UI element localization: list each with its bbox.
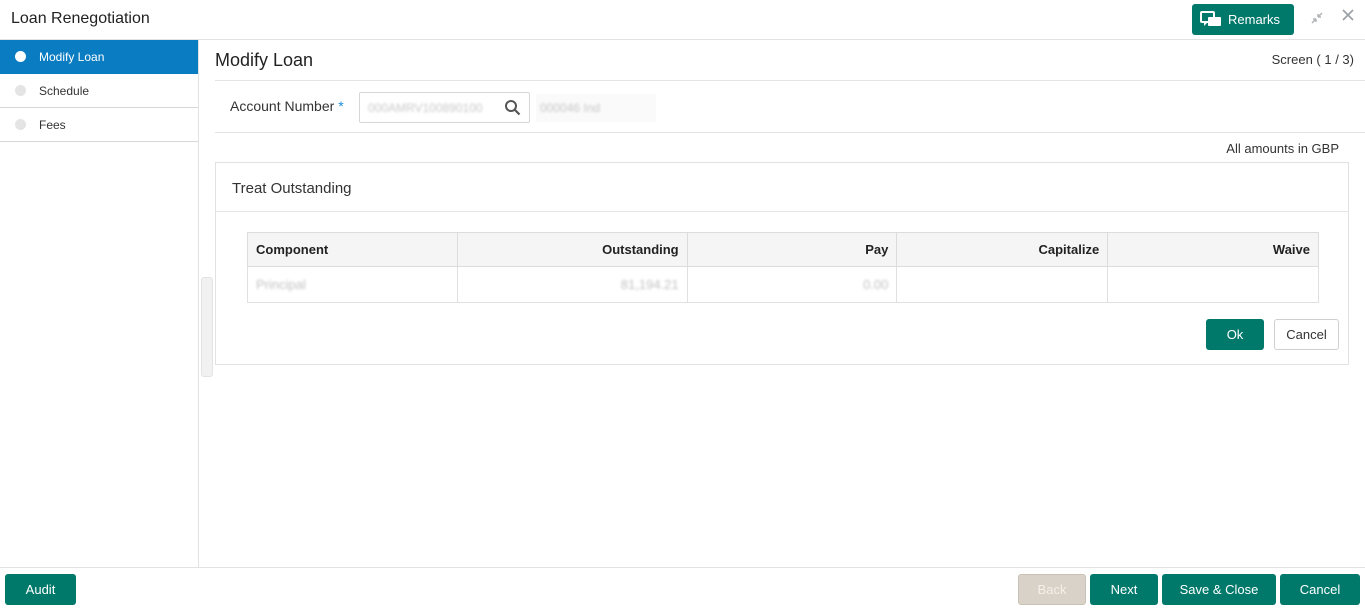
- outstanding-table: Component Outstanding Pay Capitalize Wai…: [247, 232, 1319, 303]
- header-bar: Loan Renegotiation Remarks: [0, 0, 1365, 40]
- app-title: Loan Renegotiation: [11, 10, 150, 27]
- panel-cancel-button[interactable]: Cancel: [1274, 319, 1339, 350]
- account-name-value: 000046 Ind: [540, 101, 601, 115]
- divider: [215, 80, 1365, 81]
- audit-button[interactable]: Audit: [5, 574, 76, 605]
- save-close-button[interactable]: Save & Close: [1162, 574, 1276, 605]
- column-header-pay: Pay: [686, 232, 898, 267]
- remarks-button[interactable]: Remarks: [1192, 4, 1294, 35]
- sidebar-item-label: Fees: [39, 117, 66, 132]
- step-dot-icon: [15, 85, 26, 96]
- cell-outstanding: 81,194.21: [456, 266, 688, 303]
- close-icon[interactable]: [1341, 8, 1355, 27]
- page-title: Modify Loan: [215, 50, 314, 70]
- step-dot-icon: [15, 119, 26, 130]
- table-row: Principal 81,194.21 0.00: [247, 266, 1319, 303]
- next-button[interactable]: Next: [1090, 574, 1158, 605]
- sidebar-item-label: Schedule: [39, 83, 90, 98]
- divider: [216, 211, 1348, 212]
- table-header-row: Component Outstanding Pay Capitalize Wai…: [247, 232, 1319, 267]
- search-icon[interactable]: [504, 99, 521, 119]
- account-number-input[interactable]: 000AMRV100890100: [359, 92, 530, 123]
- column-header-component: Component: [247, 232, 458, 267]
- ok-button[interactable]: Ok: [1206, 319, 1264, 350]
- sidebar-item-modify-loan[interactable]: Modify Loan: [0, 40, 198, 74]
- cell-component-value: Principal: [256, 277, 306, 292]
- account-number-label: Account Number *: [230, 98, 344, 114]
- cell-pay-value: 0.00: [863, 277, 889, 292]
- sidebar: Modify Loan Schedule Fees: [0, 40, 199, 567]
- account-number-value: 000AMRV100890100: [368, 100, 483, 115]
- cell-outstanding-value: 81,194.21: [620, 277, 679, 292]
- account-name-display: 000046 Ind: [536, 94, 656, 122]
- panel-title: Treat Outstanding: [232, 180, 352, 197]
- cell-capitalize[interactable]: [896, 266, 1109, 303]
- cancel-button[interactable]: Cancel: [1280, 574, 1360, 605]
- back-button[interactable]: Back: [1018, 574, 1086, 605]
- treat-outstanding-panel: Treat Outstanding Component Outstanding …: [215, 162, 1349, 365]
- column-header-outstanding: Outstanding: [456, 232, 688, 267]
- minimize-icon[interactable]: [1309, 10, 1325, 29]
- remarks-label: Remarks: [1228, 12, 1281, 27]
- account-number-label-text: Account Number: [230, 98, 335, 114]
- divider: [215, 132, 1365, 133]
- column-header-waive: Waive: [1107, 232, 1319, 267]
- required-mark: *: [338, 98, 344, 114]
- screen-indicator: Screen ( 1 / 3): [1271, 52, 1354, 67]
- cell-waive[interactable]: [1107, 266, 1319, 303]
- cell-component: Principal: [247, 266, 458, 303]
- cell-pay[interactable]: 0.00: [686, 266, 898, 303]
- step-dot-icon: [15, 51, 26, 62]
- footer-bar: Audit Back Next Save & Close Cancel: [0, 567, 1365, 610]
- sidebar-item-label: Modify Loan: [39, 50, 105, 64]
- sidebar-item-schedule[interactable]: Schedule: [0, 74, 198, 108]
- amounts-currency-note: All amounts in GBP: [1226, 141, 1339, 156]
- chat-bubbles-icon: [1200, 10, 1221, 26]
- sidebar-item-fees[interactable]: Fees: [0, 108, 198, 142]
- sidebar-resize-handle[interactable]: [201, 277, 213, 377]
- column-header-capitalize: Capitalize: [896, 232, 1109, 267]
